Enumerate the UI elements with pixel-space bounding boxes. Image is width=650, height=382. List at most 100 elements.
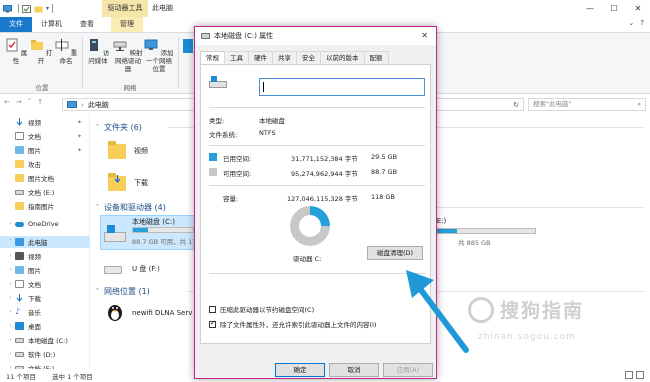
apply-button[interactable]: 应用(A) xyxy=(383,363,433,377)
sidebar-item-pictures[interactable]: 图片 ✦ xyxy=(0,144,90,156)
sidebar-item-onedrive[interactable]: › OneDrive xyxy=(0,218,90,230)
pin-icon[interactable]: ✦ xyxy=(77,133,82,140)
sidebar-item-downloads[interactable]: › 下载 xyxy=(0,292,90,304)
folder-icon[interactable] xyxy=(108,141,126,159)
collapse-chevron-icon[interactable]: ˅ xyxy=(6,239,15,245)
ok-button[interactable]: 确定 xyxy=(275,363,325,377)
maximize-button[interactable]: ☐ xyxy=(602,0,626,17)
folders-group-header[interactable]: ˅ 文件夹 (6) xyxy=(96,122,142,133)
sidebar-item-this-pc[interactable]: ˅ 此电脑 xyxy=(0,236,90,248)
windows-drive-icon xyxy=(104,225,126,242)
computer-icon xyxy=(3,4,12,12)
pin-icon[interactable]: ✦ xyxy=(77,119,82,126)
usb-drive-icon[interactable] xyxy=(104,266,122,274)
disk-cleanup-button[interactable]: 磁盘清理(D) xyxy=(367,246,423,260)
collapse-chevron-icon[interactable]: ˅ xyxy=(96,204,99,211)
up-arrow-icon[interactable]: ↑ xyxy=(37,98,43,106)
checkbox-box-checked[interactable] xyxy=(209,319,216,328)
forward-arrow-icon[interactable]: → xyxy=(16,98,22,106)
sidebar-item-videos[interactable]: › 视频 xyxy=(0,250,90,262)
minimize-button[interactable]: — xyxy=(578,0,602,17)
tab-security[interactable]: 安全 xyxy=(296,51,321,64)
expand-chevron-icon[interactable]: › xyxy=(6,351,15,357)
chevron-down-icon[interactable]: ⌄ xyxy=(628,19,634,27)
tab-file[interactable]: 文件 xyxy=(0,17,32,32)
customize-qat-icon[interactable]: ▾ xyxy=(46,5,49,12)
rename-icon xyxy=(55,39,69,51)
collapse-chevron-icon[interactable]: ˅ xyxy=(96,288,99,295)
sidebar-item-drive-e[interactable]: 文档 (E:) xyxy=(0,186,90,198)
refresh-icon[interactable]: ↻ xyxy=(513,101,519,109)
expand-chevron-icon[interactable]: › xyxy=(6,295,15,301)
sidebar-item-videos[interactable]: 视频 ✦ xyxy=(0,116,90,128)
sidebar-item-drive-c[interactable]: › 本地磁盘 (C:) xyxy=(0,334,90,346)
sidebar-item-music[interactable]: › ♪ 音乐 xyxy=(0,306,90,318)
sidebar-item-docs[interactable]: 文档 ✦ xyxy=(0,130,90,142)
sidebar-item-docs[interactable]: › 文档 xyxy=(0,278,90,290)
tab-view[interactable]: 查看 xyxy=(71,17,103,32)
access-media-button[interactable]: 访问媒体 xyxy=(84,36,112,65)
close-button[interactable]: ✕ xyxy=(626,0,650,17)
expand-chevron-icon[interactable]: › xyxy=(6,221,15,227)
divider xyxy=(209,273,425,274)
compress-checkbox[interactable]: 压缩此驱动器以节约磁盘空间(C) xyxy=(209,304,314,314)
map-network-drive-button[interactable]: 映射网络驱动器 xyxy=(113,36,143,73)
text-caret xyxy=(263,82,264,92)
tiles-view-icon[interactable] xyxy=(636,371,644,379)
expand-chevron-icon[interactable]: › xyxy=(6,337,15,343)
details-view-icon[interactable] xyxy=(625,371,633,379)
network-group-header[interactable]: ˅ 网络位置 (1) xyxy=(96,286,150,297)
search-input[interactable]: 搜索"此电脑" ⌕ xyxy=(528,98,646,111)
rename-button[interactable]: 重命名 xyxy=(54,36,78,65)
breadcrumb[interactable]: 此电脑 xyxy=(88,100,109,110)
pin-icon[interactable]: ✦ xyxy=(77,147,82,154)
index-checkbox[interactable]: 除了文件属性外，还允许索引此驱动器上文件的内容(I) xyxy=(209,319,377,329)
sidebar-item-pictures[interactable]: › 图片 xyxy=(0,264,90,276)
tab-quota[interactable]: 配额 xyxy=(363,51,389,64)
collapse-chevron-icon[interactable]: ˅ xyxy=(96,124,99,131)
folder-video-label[interactable]: 视频 xyxy=(134,146,148,156)
folder-icon[interactable] xyxy=(34,5,43,13)
item-count: 11 个项目 xyxy=(6,373,36,381)
system-icon[interactable] xyxy=(183,39,193,53)
checkbox-box[interactable] xyxy=(209,305,216,313)
type-label: 类型: xyxy=(209,117,225,125)
dialog-close-button[interactable]: ✕ xyxy=(421,31,428,40)
network-item-label[interactable]: newifi DLNA Server xyxy=(132,309,192,317)
tab-manage[interactable]: 管理 xyxy=(111,17,143,32)
cancel-button[interactable]: 取消 xyxy=(329,363,379,377)
folder-download-label[interactable]: 下载 xyxy=(134,178,148,188)
expand-chevron-icon[interactable]: › xyxy=(6,267,15,273)
tab-computer[interactable]: 计算机 xyxy=(32,17,71,32)
tab-general[interactable]: 常规 xyxy=(200,51,225,65)
tab-sharing[interactable]: 共享 xyxy=(272,51,297,64)
help-icon[interactable]: ? xyxy=(640,19,644,27)
checkmark-icon[interactable] xyxy=(22,4,31,13)
sidebar-item-folder[interactable]: 攻击 xyxy=(0,158,90,170)
drive-tools-context-tab[interactable]: 驱动器工具 xyxy=(102,0,148,17)
linux-penguin-icon[interactable] xyxy=(106,302,124,322)
back-arrow-icon[interactable]: ← xyxy=(4,98,10,106)
history-chevron-icon[interactable]: ˅ xyxy=(28,98,32,106)
volume-name-input[interactable] xyxy=(259,78,425,96)
devices-group-header[interactable]: ˅ 设备和驱动器 (4) xyxy=(96,202,166,213)
sidebar-item-desktop[interactable]: › 桌面 xyxy=(0,320,90,332)
add-network-location-button[interactable]: 添加一个网络位置 xyxy=(144,36,174,73)
sidebar-item-drive-d[interactable]: › 软件 (D:) xyxy=(0,348,90,360)
usb-drive-label[interactable]: U 盘 (F:) xyxy=(132,264,160,274)
tab-hardware[interactable]: 硬件 xyxy=(248,51,273,64)
sidebar-item-folder[interactable]: 指南图片 xyxy=(0,200,90,212)
capacity-gb: 118 GB xyxy=(371,193,395,201)
view-toggle xyxy=(625,371,644,379)
divider xyxy=(178,37,179,89)
properties-button[interactable]: 属性 xyxy=(4,36,28,65)
expand-chevron-icon[interactable]: › xyxy=(6,253,15,259)
expand-chevron-icon[interactable]: › xyxy=(6,281,15,287)
expand-chevron-icon[interactable]: › xyxy=(6,309,15,315)
tab-tools[interactable]: 工具 xyxy=(224,51,249,64)
divider xyxy=(82,37,83,89)
expand-chevron-icon[interactable]: › xyxy=(6,323,15,329)
tab-previous-versions[interactable]: 以前的版本 xyxy=(320,51,365,64)
open-button[interactable]: 打开 xyxy=(29,36,53,65)
sidebar-item-folder[interactable]: 图片文档 xyxy=(0,172,90,184)
